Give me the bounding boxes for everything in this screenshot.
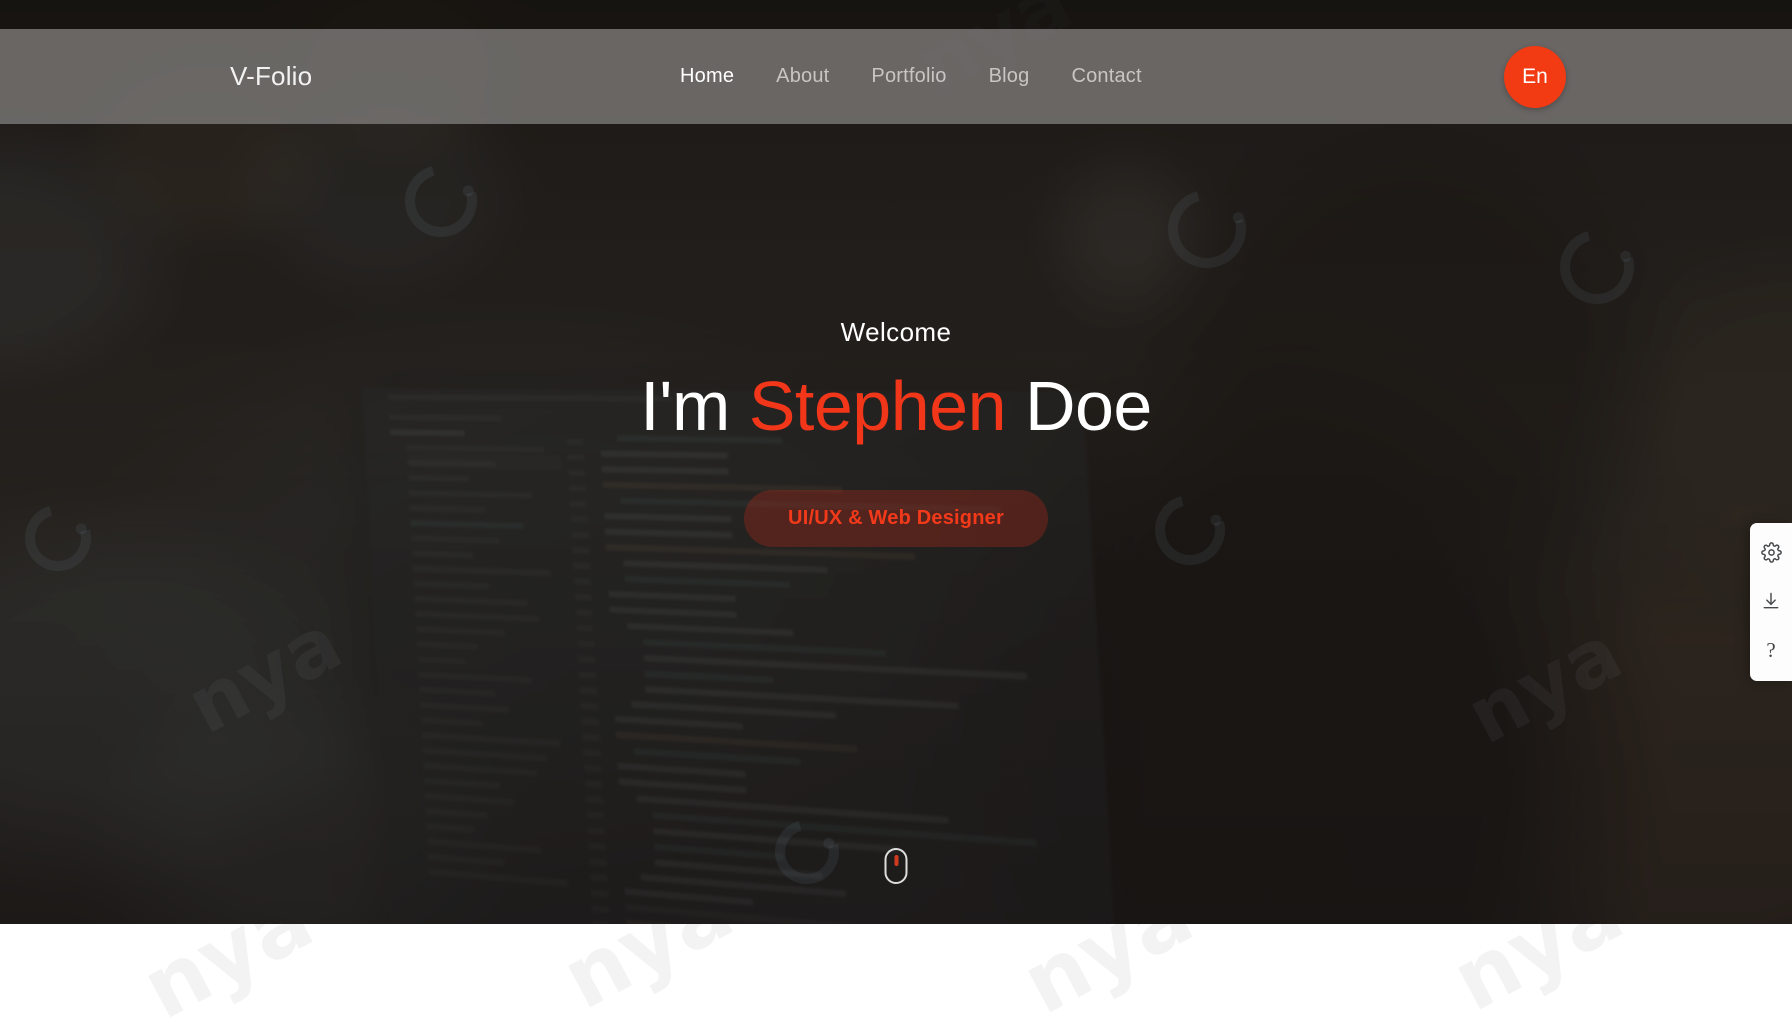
- download-icon[interactable]: [1758, 588, 1784, 614]
- watermark-text: nya: [1437, 924, 1639, 1024]
- brand-logo[interactable]: V-Folio: [230, 61, 312, 92]
- nav-item-blog[interactable]: Blog: [989, 65, 1030, 88]
- watermark-text: nya: [127, 924, 329, 1024]
- watermark-text: nya: [547, 924, 749, 1024]
- nav-item-about[interactable]: About: [776, 65, 829, 88]
- side-widget-panel: ?: [1750, 523, 1792, 681]
- top-dark-strip: [0, 0, 1792, 29]
- watermark-text: nya: [1007, 924, 1209, 1024]
- nav-links: Home About Portfolio Blog Contact: [680, 65, 1142, 88]
- mouse-scroll-icon[interactable]: [885, 848, 908, 884]
- navbar: V-Folio Home About Portfolio Blog Contac…: [0, 29, 1792, 124]
- headline-suffix: Doe: [1006, 367, 1152, 445]
- gear-icon[interactable]: [1758, 539, 1784, 565]
- page-body-below-hero: nya nya nya nya: [0, 924, 1792, 1024]
- hero-section: nya nya nya Welcome I'm Stephen Doe UI/U…: [0, 0, 1792, 924]
- nav-item-contact[interactable]: Contact: [1071, 65, 1141, 88]
- help-glyph: ?: [1766, 640, 1775, 661]
- role-button[interactable]: UI/UX & Web Designer: [744, 490, 1048, 547]
- headline-accent: Stephen: [749, 367, 1006, 445]
- language-button[interactable]: En: [1504, 46, 1566, 108]
- page-root: nya nya nya Welcome I'm Stephen Doe UI/U…: [0, 0, 1792, 1024]
- help-icon[interactable]: ?: [1758, 637, 1784, 663]
- nav-item-home[interactable]: Home: [680, 65, 734, 88]
- hero-content: Welcome I'm Stephen Doe UI/UX & Web Desi…: [0, 0, 1792, 924]
- hero-headline: I'm Stephen Doe: [640, 370, 1152, 444]
- mouse-wheel: [894, 855, 898, 866]
- headline-prefix: I'm: [640, 367, 749, 445]
- nav-item-portfolio[interactable]: Portfolio: [871, 65, 946, 88]
- hero-eyebrow: Welcome: [841, 317, 952, 348]
